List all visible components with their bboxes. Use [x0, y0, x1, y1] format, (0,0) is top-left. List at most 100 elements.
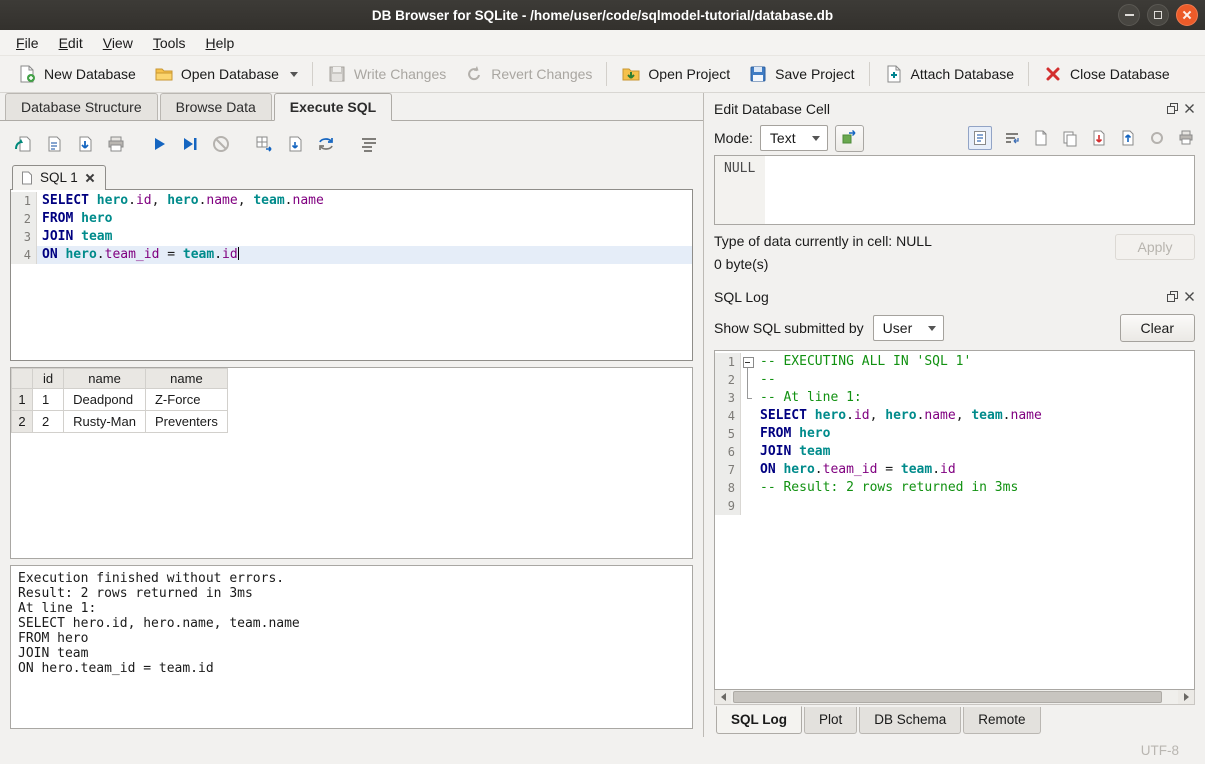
log-horizontal-scrollbar[interactable]	[714, 690, 1195, 705]
scroll-right-button[interactable]	[1178, 690, 1194, 704]
copy-cell-icon[interactable]	[1061, 129, 1079, 147]
result-cell[interactable]: 1	[33, 389, 64, 411]
fold-column	[741, 497, 755, 515]
menu-view[interactable]: View	[93, 32, 143, 54]
sql-editor[interactable]: 1SELECT hero.id, hero.name, team.name2FR…	[10, 189, 693, 361]
sql-document-icon	[21, 171, 33, 185]
scroll-right-icon	[1184, 693, 1189, 701]
new-database-button[interactable]: New Database	[8, 59, 145, 89]
print-cell-icon[interactable]	[1177, 129, 1195, 147]
save-project-icon	[748, 64, 768, 84]
line-number: 8	[715, 479, 741, 497]
save-sql-file-button[interactable]	[72, 131, 98, 157]
save-project-button[interactable]: Save Project	[739, 59, 863, 89]
sql-log-view[interactable]: 1-- EXECUTING ALL IN 'SQL 1'2--3-- At li…	[714, 350, 1195, 690]
open-sql-file-button[interactable]	[41, 131, 67, 157]
open-database-dropdown-icon[interactable]	[290, 72, 298, 77]
dock-tab-sql-log[interactable]: SQL Log	[716, 706, 802, 734]
result-cell[interactable]: Rusty-Man	[64, 411, 146, 433]
auto-detect-mode-button[interactable]	[835, 125, 864, 152]
code-line: 6 JOIN team	[715, 443, 1194, 461]
set-null-icon[interactable]	[1148, 129, 1166, 147]
scroll-left-button[interactable]	[715, 690, 731, 704]
close-button[interactable]	[1176, 4, 1198, 26]
code-text: -- Result: 2 rows returned in 3ms	[755, 479, 1194, 497]
scroll-track[interactable]	[731, 690, 1178, 704]
close-panel-icon[interactable]	[1184, 291, 1195, 302]
word-wrap-icon[interactable]	[1003, 129, 1021, 147]
tab-browse-data[interactable]: Browse Data	[160, 93, 272, 120]
write-changes-button: Write Changes	[318, 59, 455, 89]
sql-file-tab[interactable]: SQL 1	[12, 165, 106, 190]
combo-arrow-icon	[928, 326, 936, 331]
close-sql-tab-icon[interactable]	[85, 173, 95, 183]
code-text: --	[755, 371, 1194, 389]
code-text: JOIN team	[37, 228, 692, 246]
message-line: At line 1:	[18, 601, 685, 616]
format-sql-button[interactable]	[356, 131, 382, 157]
column-header[interactable]: id	[33, 369, 64, 389]
close-panel-icon[interactable]	[1184, 103, 1195, 114]
find-replace-icon	[316, 134, 336, 154]
save-sql-file-icon	[75, 134, 95, 154]
sql-log-title: SQL Log	[714, 289, 769, 305]
table-row: 11DeadpondZ-Force	[12, 389, 228, 411]
menu-tools[interactable]: Tools	[143, 32, 196, 54]
text-mode-toggle[interactable]	[968, 126, 992, 150]
maximize-button[interactable]	[1147, 4, 1169, 26]
revert-changes-button: Revert Changes	[455, 59, 601, 89]
open-sql-tab-button[interactable]	[10, 131, 36, 157]
close-icon	[1182, 10, 1192, 20]
open-project-button[interactable]: Open Project	[612, 59, 739, 89]
stop-icon	[211, 134, 231, 154]
dock-tab-bar: SQL Log Plot DB Schema Remote	[714, 707, 1195, 737]
clear-log-button[interactable]: Clear	[1120, 314, 1195, 342]
execute-all-button[interactable]	[146, 131, 172, 157]
result-cell[interactable]: Z-Force	[145, 389, 227, 411]
column-header[interactable]: name	[145, 369, 227, 389]
dock-tab-db-schema[interactable]: DB Schema	[859, 707, 961, 734]
minimize-icon	[1125, 14, 1134, 16]
tab-database-structure[interactable]: Database Structure	[5, 93, 158, 120]
open-document-icon[interactable]	[1032, 129, 1050, 147]
dock-tab-plot[interactable]: Plot	[804, 707, 857, 734]
auto-detect-mode-icon	[840, 129, 858, 147]
scroll-left-icon	[721, 693, 726, 701]
find-replace-button[interactable]	[313, 131, 339, 157]
import-cell-icon[interactable]	[1090, 129, 1108, 147]
close-database-button[interactable]: Close Database	[1034, 59, 1179, 89]
scroll-thumb[interactable]	[733, 691, 1162, 703]
mode-combobox[interactable]: Text	[760, 125, 828, 151]
result-cell[interactable]: Deadpond	[64, 389, 146, 411]
float-panel-icon[interactable]	[1167, 103, 1178, 114]
save-results-button[interactable]	[282, 131, 308, 157]
line-number: 6	[715, 443, 741, 461]
open-database-button[interactable]: Open Database	[145, 59, 307, 89]
column-header[interactable]: name	[64, 369, 146, 389]
menu-edit[interactable]: Edit	[49, 32, 93, 54]
code-line: 1-- EXECUTING ALL IN 'SQL 1'	[715, 353, 1194, 371]
result-cell[interactable]: Preventers	[145, 411, 227, 433]
menu-file[interactable]: File	[6, 32, 49, 54]
attach-database-button[interactable]: Attach Database	[875, 59, 1024, 89]
execute-line-button[interactable]	[177, 131, 203, 157]
print-sql-button[interactable]	[103, 131, 129, 157]
export-results-button[interactable]	[251, 131, 277, 157]
float-panel-icon[interactable]	[1167, 291, 1178, 302]
titlebar[interactable]: DB Browser for SQLite - /home/user/code/…	[0, 0, 1205, 30]
open-sql-file-icon	[44, 134, 64, 154]
row-number[interactable]: 1	[12, 389, 33, 411]
row-number[interactable]: 2	[12, 411, 33, 433]
log-filter-combobox[interactable]: User	[873, 315, 945, 341]
tab-execute-sql[interactable]: Execute SQL	[274, 93, 392, 121]
dock-tab-remote[interactable]: Remote	[963, 707, 1040, 734]
result-cell[interactable]: 2	[33, 411, 64, 433]
fold-marker-icon[interactable]	[741, 353, 755, 371]
line-number: 5	[715, 425, 741, 443]
cell-value-editor[interactable]: NULL	[714, 155, 1195, 225]
code-line: 7ON hero.team_id = team.id	[715, 461, 1194, 479]
export-cell-icon[interactable]	[1119, 129, 1137, 147]
menu-help[interactable]: Help	[196, 32, 245, 54]
minimize-button[interactable]	[1118, 4, 1140, 26]
code-text: JOIN team	[755, 443, 1194, 461]
